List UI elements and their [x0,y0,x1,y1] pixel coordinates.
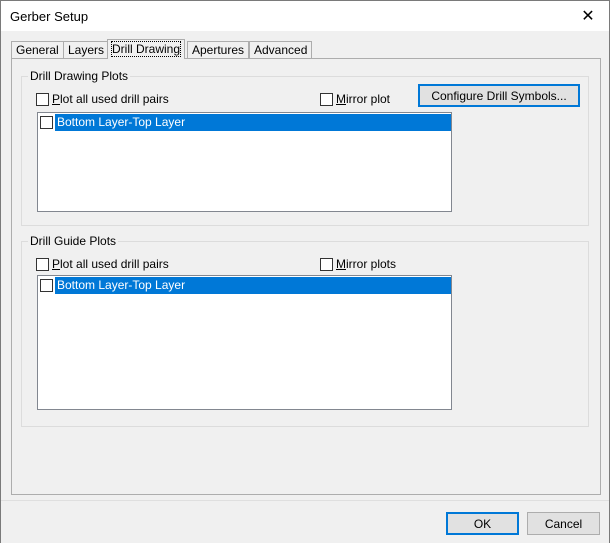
ok-label: OK [473,516,492,531]
configure-drill-symbols-button[interactable]: Configure Drill Symbols... [418,84,580,107]
tab-layers-label: Layers [68,43,105,57]
configure-drill-symbols-label: Configure Drill Symbols... [431,88,567,103]
list-item-checkbox[interactable] [40,116,53,129]
ok-button[interactable]: OK [446,512,519,535]
tab-general[interactable]: General [11,41,64,58]
list-item-checkbox[interactable] [40,279,53,292]
tab-advanced-label: Advanced [254,43,308,57]
checkbox-box[interactable] [36,257,49,271]
mirror-rest: irror plot [346,92,391,106]
tab-layers[interactable]: Layers [63,41,110,58]
checkbox-box[interactable] [36,92,49,106]
plot-all-rest: lot all used drill pairs [60,92,169,106]
tab-general-label: General [16,43,59,57]
list-item-label: Bottom Layer-Top Layer [55,114,451,131]
mirror-rest: irror plots [346,257,397,271]
drill-guide-pairs-list[interactable]: Bottom Layer-Top Layer [37,275,452,410]
plot-all-label: Plot all used drill pairs [52,92,169,106]
drill-drawing-plots-group: Drill Drawing Plots Plot all used drill … [21,69,589,226]
drill-drawing-pairs-list[interactable]: Bottom Layer-Top Layer [37,112,452,212]
cancel-button[interactable]: Cancel [527,512,600,535]
close-icon: ✕ [581,8,595,25]
dialog-footer: OK Cancel [1,500,609,543]
tab-apertures-label: Apertures [192,43,245,57]
mirror-mnemonic: M [336,92,346,106]
plot-all-rest: lot all used drill pairs [60,257,169,271]
plot-all-mnemonic: P [52,257,61,271]
plot-all-mnemonic: P [52,92,61,106]
checkbox-box[interactable] [320,257,333,271]
mirror-plot-checkbox[interactable]: Mirror plot [320,92,390,106]
list-item[interactable]: Bottom Layer-Top Layer [39,277,451,294]
mirror-plots-checkbox[interactable]: Mirror plots [320,257,396,271]
plot-all-label: Plot all used drill pairs [52,257,169,271]
tab-apertures[interactable]: Apertures [187,41,250,58]
tab-drill-drawing[interactable]: Drill Drawing [107,39,186,59]
drill-drawing-panel: Drill Drawing Plots Plot all used drill … [11,58,601,495]
window-title: Gerber Setup [10,9,89,24]
drill-guide-plots-title: Drill Guide Plots [28,234,119,248]
drill-drawing-plots-title: Drill Drawing Plots [28,69,131,83]
list-item[interactable]: Bottom Layer-Top Layer [39,114,451,131]
list-item-label: Bottom Layer-Top Layer [55,277,451,294]
plot-all-guide-pairs-checkbox[interactable]: Plot all used drill pairs [36,257,169,271]
gerber-setup-dialog: Gerber Setup ✕ General Layers Drill Draw… [0,0,610,543]
cancel-label: Cancel [544,516,583,531]
plot-all-drill-pairs-checkbox[interactable]: Plot all used drill pairs [36,92,169,106]
close-button[interactable]: ✕ [573,4,603,28]
checkbox-box[interactable] [320,92,333,106]
mirror-plot-label: Mirror plot [336,92,390,106]
title-bar: Gerber Setup ✕ [1,1,609,31]
tab-advanced[interactable]: Advanced [249,41,313,58]
mirror-mnemonic: M [336,257,346,271]
drill-guide-plots-group: Drill Guide Plots Plot all used drill pa… [21,234,589,427]
tab-drill-drawing-label: Drill Drawing [110,41,182,57]
mirror-plots-label: Mirror plots [336,257,396,271]
